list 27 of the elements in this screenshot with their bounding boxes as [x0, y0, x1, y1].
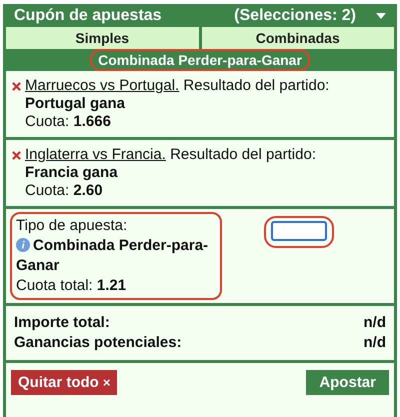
place-bet-button[interactable]: Apostar — [306, 370, 389, 395]
coupon-title: Cupón de apuestas — [14, 6, 163, 24]
bet-type-name: Combinada Perder-para-Ganar — [16, 236, 210, 276]
match-link[interactable]: Marruecos vs Portugal. — [25, 77, 180, 94]
selection-market: Marruecos vs Portugal. Resultado del partido: — [25, 77, 330, 95]
remove-icon[interactable] — [12, 82, 21, 91]
selection-count: (Selecciones: 2) — [234, 6, 356, 24]
remove-icon[interactable] — [12, 151, 21, 160]
info-icon[interactable] — [16, 238, 30, 252]
total-label: Ganancias potenciales: — [14, 333, 182, 353]
selection-odds: Cuota: 1.666 — [25, 113, 112, 131]
stake-input-field[interactable] — [271, 221, 327, 241]
bet-type-label: Tipo de apuesta: — [16, 216, 128, 236]
dropdown-caret-icon[interactable] — [376, 12, 386, 18]
selection-market: Inglaterra vs Francia. Resultado del partido: — [25, 146, 316, 164]
bet-tab[interactable]: Combinadas — [202, 27, 394, 49]
total-label: Importe total: — [14, 313, 110, 333]
total-value: n/d — [364, 333, 386, 353]
bet-tab[interactable]: Simples — [6, 27, 198, 49]
selection-pick: Portugal gana — [25, 95, 126, 113]
match-link[interactable]: Inglaterra vs Francia. — [25, 146, 166, 163]
remove-all-button[interactable]: Quitar todo × — [11, 370, 118, 395]
total-odds: Cuota total: 1.21 — [16, 276, 128, 296]
bet-mode-label: Combinada Perder-para-Ganar — [90, 49, 310, 71]
selection-odds: Cuota: 2.60 — [25, 182, 104, 200]
total-value: n/d — [364, 313, 386, 333]
selection-pick: Francia gana — [25, 164, 119, 182]
